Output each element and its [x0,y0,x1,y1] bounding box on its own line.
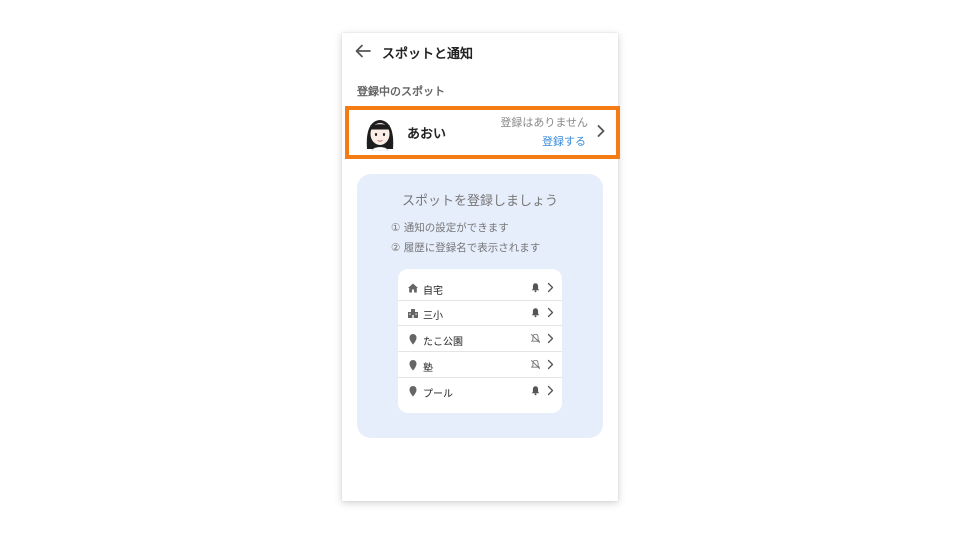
list-item-label: たこ公園 [423,337,463,348]
promo-box: スポットを登録しましょう ① 通知の設定ができます ② 履歴に登録名で表示されま… [357,174,603,438]
bell-off-icon[interactable] [530,359,541,370]
list-item[interactable]: 塾 [398,353,562,378]
chevron-right-icon [547,385,554,396]
divider [398,377,562,378]
school-icon [408,309,418,318]
chevron-right-icon [547,333,554,344]
divider [398,325,562,326]
arrow-left-icon[interactable] [354,42,372,60]
pin-icon [409,334,417,345]
list-item[interactable]: 三小 [398,301,562,326]
example-list-card: 自宅 三小 たこ公園 塾 プール [398,269,562,413]
bell-icon[interactable] [530,282,541,293]
home-icon [408,283,418,293]
list-item-label: 三小 [423,311,443,322]
list-item[interactable]: プール [398,379,562,404]
promo-line-1: ① 通知の設定ができます [391,222,509,234]
status-text: 登録はありません [500,116,588,129]
promo-line-2: ② 履歴に登録名で表示されます [391,242,541,254]
divider [398,351,562,352]
girl-avatar [366,120,394,151]
registered-spot-row[interactable]: あおい 登録はありません 登録する [345,106,620,159]
list-item[interactable]: たこ公園 [398,327,562,352]
chevron-right-icon [547,282,554,293]
chevron-right-icon [547,359,554,370]
chevron-right-icon [597,125,605,137]
bell-icon[interactable] [530,307,541,318]
list-item-label: 塾 [423,363,433,374]
header-bar: スポットと通知 [342,33,618,71]
phone-screen: スポットと通知 登録中のスポット あおい 登録はありません 登録する スポットを… [342,33,620,501]
spot-name: あおい [407,127,447,142]
promo-title: スポットを登録しましょう [401,194,558,209]
bell-off-icon[interactable] [530,333,541,344]
list-item-label: 自宅 [423,286,443,297]
register-link[interactable]: 登録する [542,133,586,149]
section-label: 登録中のスポット [357,85,445,98]
page-title: スポットと通知 [382,47,474,62]
list-item[interactable]: 自宅 [398,276,562,301]
pin-icon [409,386,417,397]
chevron-right-icon [547,307,554,318]
pin-icon [409,360,417,371]
bell-icon[interactable] [530,385,541,396]
list-item-label: プール [423,389,453,400]
